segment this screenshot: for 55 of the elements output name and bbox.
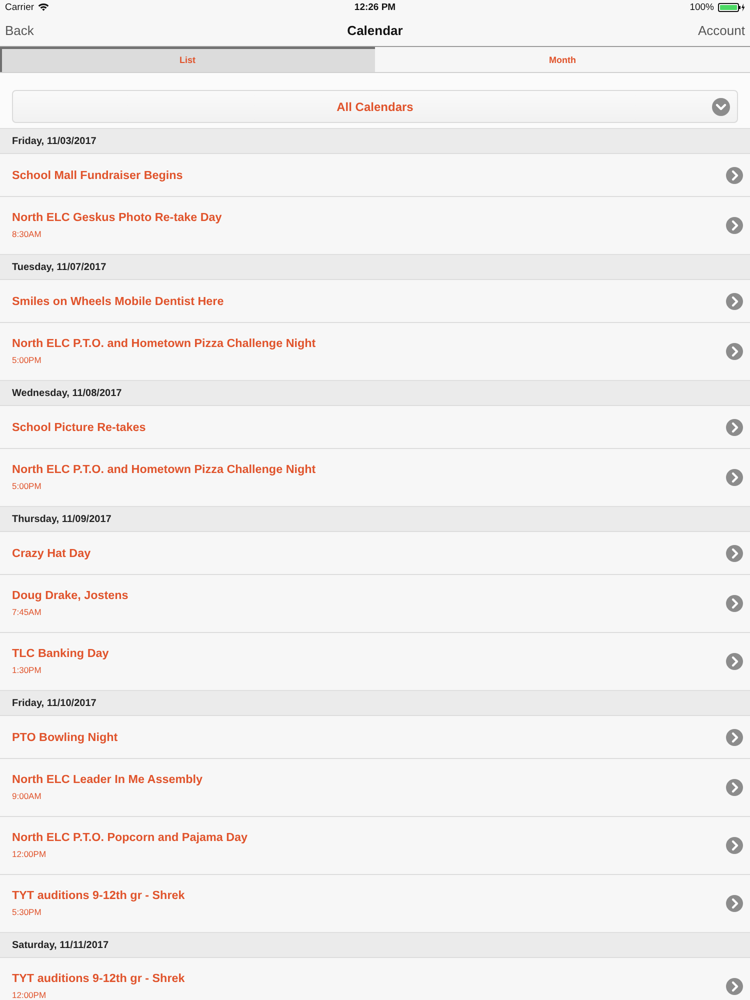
event-time: 12:00PM (12, 848, 48, 858)
event-title: North ELC Geskus Photo Re-take Day (12, 210, 222, 224)
event-title: Smiles on Wheels Mobile Dentist Here (12, 294, 224, 308)
carrier-label: Carrier (5, 2, 34, 12)
event-title: North ELC P.T.O. and Hometown Pizza Challenge Night (12, 336, 316, 350)
battery-charging-icon (718, 2, 745, 12)
calendar-dropdown[interactable]: All Calendars (12, 90, 738, 123)
chevron-right-icon (726, 343, 743, 360)
chevron-down-icon (712, 98, 730, 116)
battery-percent: 100% (690, 2, 714, 12)
event-title: TLC Banking Day (12, 646, 109, 660)
account-button[interactable]: Account (698, 22, 745, 38)
date-label: Thursday, 11/09/2017 (12, 514, 112, 524)
event-title: TYT auditions 9-12th gr - Shrek (12, 972, 185, 984)
clock-time: 12:26 PM (354, 2, 396, 12)
chevron-right-icon (726, 595, 743, 612)
event-title: Doug Drake, Jostens (12, 588, 128, 602)
event-time: 9:00AM (12, 790, 42, 800)
chevron-right-icon (726, 292, 743, 310)
date-label: Wednesday, 11/08/2017 (12, 388, 122, 398)
event-time: 1:30PM (12, 664, 42, 674)
event-time: 5:00PM (12, 354, 42, 364)
chevron-right-icon (726, 653, 743, 670)
event-row[interactable]: TYT auditions 9-12th gr - Shrek 12:00PM (0, 957, 750, 1000)
event-title: PTO Bowling Night (12, 730, 118, 744)
page-title: Calendar (347, 22, 403, 38)
event-time: 8:30AM (12, 228, 42, 238)
chevron-right-icon (726, 469, 743, 486)
event-time: 5:30PM (12, 906, 42, 916)
chevron-right-icon (726, 217, 743, 234)
view-tab[interactable]: List (0, 47, 375, 72)
back-button[interactable]: Back (5, 22, 34, 38)
date-label: Friday, 11/03/2017 (12, 136, 96, 146)
event-time: 5:00PM (12, 480, 42, 490)
event-time: 12:00PM (12, 990, 48, 1000)
event-time: 7:45AM (12, 606, 42, 616)
wifi-icon (38, 3, 50, 11)
chevron-right-icon (726, 837, 743, 854)
chevron-right-icon (726, 418, 743, 436)
event-title: TYT auditions 9-12th gr - Shrek (12, 888, 185, 902)
chevron-right-icon (726, 978, 743, 995)
event-title: School Mall Fundraiser Begins (12, 168, 183, 182)
chevron-right-icon (726, 166, 743, 184)
chevron-right-icon (726, 544, 743, 562)
chevron-right-icon (726, 728, 743, 746)
date-label: Tuesday, 11/07/2017 (12, 262, 106, 272)
event-title: Crazy Hat Day (12, 546, 91, 560)
date-label: Friday, 11/10/2017 (12, 698, 96, 708)
event-title: North ELC P.T.O. Popcorn and Pajama Day (12, 830, 248, 844)
chevron-right-icon (726, 895, 743, 912)
date-label: Saturday, 11/11/2017 (12, 940, 109, 950)
chevron-right-icon (726, 779, 743, 796)
event-title: North ELC Leader In Me Assembly (12, 772, 203, 786)
event-title: School Picture Re-takes (12, 420, 146, 434)
event-title: North ELC P.T.O. and Hometown Pizza Challenge Night (12, 462, 316, 476)
